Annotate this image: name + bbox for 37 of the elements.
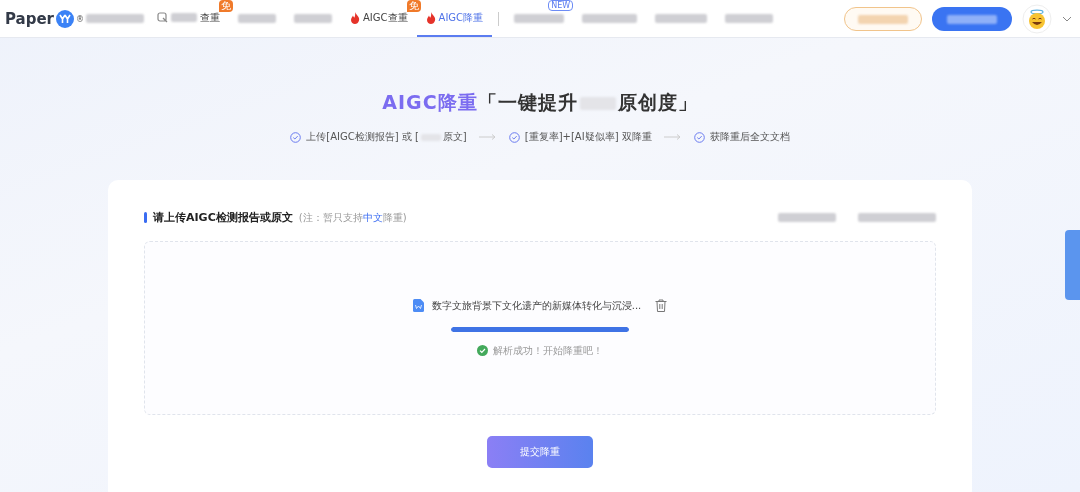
status-text: 解析成功！开始降重吧！ bbox=[493, 343, 603, 358]
redacted-block bbox=[294, 14, 333, 23]
avatar-icon[interactable] bbox=[1022, 3, 1052, 34]
trash-icon[interactable] bbox=[655, 299, 668, 312]
redacted-block bbox=[725, 14, 774, 23]
document-icon bbox=[412, 299, 424, 312]
search-icon bbox=[157, 12, 169, 23]
new-badge: NEW bbox=[548, 0, 574, 11]
page-title: AIGC降重「一键提升 原创度」 bbox=[381, 90, 699, 115]
check-circle-icon bbox=[508, 131, 520, 143]
logo-icon bbox=[56, 9, 75, 28]
redacted-block bbox=[514, 14, 565, 23]
free-badge: 免 bbox=[406, 0, 421, 12]
registered-mark: ® bbox=[76, 14, 85, 24]
step-text: 上传[AIGC检测报告] 或 [ 原文] bbox=[306, 130, 467, 144]
success-icon bbox=[477, 345, 488, 356]
arrow-icon bbox=[663, 134, 682, 140]
free-badge: 免 bbox=[219, 0, 234, 12]
redacted-block bbox=[778, 213, 836, 222]
section-heading: 请上传AIGC检测报告或原文 bbox=[153, 210, 293, 225]
redacted-block bbox=[655, 14, 708, 23]
flame-icon bbox=[350, 11, 361, 24]
redacted-block bbox=[238, 14, 277, 23]
logo-text[interactable]: Paper bbox=[5, 9, 55, 28]
drop-zone[interactable]: 数字文旅背景下文化遗产的新媒体转化与沉浸... 解析成功！开始降重吧！ bbox=[144, 241, 936, 415]
redacted-block bbox=[86, 14, 145, 23]
file-name: 数字文旅背景下文化遗产的新媒体转化与沉浸... bbox=[431, 298, 642, 313]
arrow-icon bbox=[478, 134, 497, 140]
flame-icon bbox=[425, 11, 436, 24]
chevron-down-icon[interactable] bbox=[1062, 15, 1072, 22]
step-text: 获降重后全文文档 bbox=[709, 130, 790, 144]
note-text: (注：暂只支持中文降重) bbox=[298, 210, 407, 225]
check-circle-icon bbox=[693, 131, 705, 143]
primary-button[interactable] bbox=[932, 6, 1012, 31]
redacted-block bbox=[582, 14, 638, 23]
step-text: [重复率]+[AI疑似率] 双降重 bbox=[524, 130, 652, 144]
check-circle-icon bbox=[290, 131, 302, 143]
